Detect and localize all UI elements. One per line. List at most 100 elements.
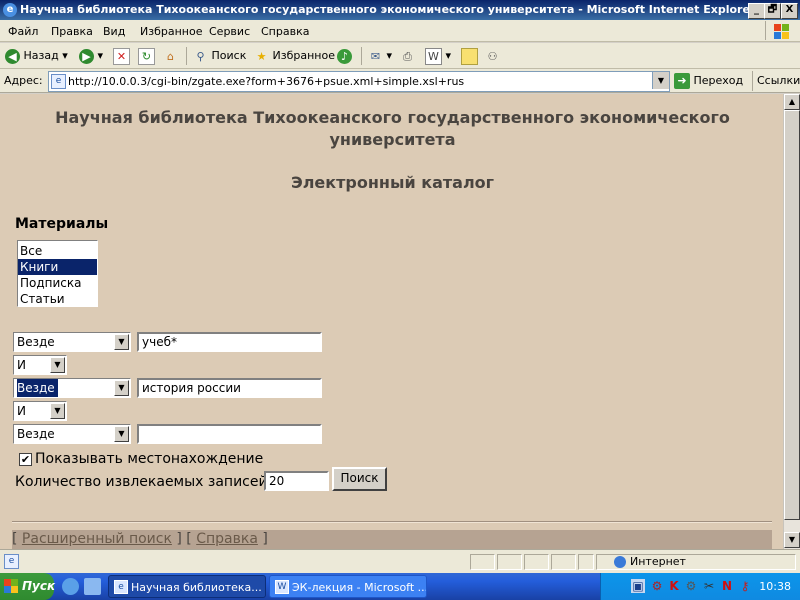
menu-help[interactable]: Справка — [261, 25, 309, 38]
menu-file[interactable]: Файл — [8, 25, 38, 38]
scroll-down-icon[interactable]: ▼ — [784, 532, 800, 548]
window-title: Научная библиотека Тихоокеанского госуда… — [20, 3, 756, 16]
menu-view[interactable]: Вид — [103, 25, 125, 38]
materials-option-all[interactable]: Все — [18, 243, 97, 259]
field-select-3[interactable]: Везде ▼ — [13, 424, 131, 444]
vertical-scrollbar[interactable]: ▲ ▼ — [783, 94, 800, 549]
menu-edit[interactable]: Правка — [51, 25, 93, 38]
settings-tray-icon[interactable]: ⚙ — [684, 579, 698, 593]
taskbar-item-browser[interactable]: e Научная библиотека... — [108, 575, 266, 598]
mail-icon: ✉ — [370, 49, 381, 63]
messenger-button[interactable]: ⚇ — [485, 47, 500, 65]
menu-tools[interactable]: Сервис — [209, 25, 250, 38]
search-term-input-3[interactable] — [137, 424, 322, 444]
word-task-icon: W — [275, 580, 289, 594]
star-icon: ★ — [256, 49, 267, 63]
clock: 10:38 — [759, 580, 791, 593]
stop-button[interactable]: ✕ — [113, 47, 130, 65]
materials-heading: Материалы — [15, 216, 109, 232]
print-button[interactable]: ⎙ — [400, 47, 415, 65]
kaspersky-tray-icon[interactable]: K — [667, 579, 681, 593]
discuss-icon — [461, 47, 478, 65]
materials-listbox[interactable]: Все Книги Подписка Статьи — [17, 240, 98, 307]
chevron-down-icon: ▼ — [50, 357, 65, 373]
mail-button[interactable]: ✉ ▾ — [368, 47, 392, 65]
windows-flag-icon — [4, 579, 18, 593]
page-status-icon: e — [4, 554, 19, 569]
edit-button[interactable]: W ▾ — [425, 47, 451, 65]
record-count-input[interactable]: 20 — [264, 471, 329, 491]
messenger-icon: ⚇ — [487, 49, 498, 63]
system-tray: ▣ ⚙ K ⚙ ✂ N ⚷ 10:38 — [600, 573, 800, 600]
scroll-up-icon[interactable]: ▲ — [784, 94, 800, 110]
chevron-down-icon: ▼ — [114, 380, 129, 396]
back-button[interactable]: ◀ Назад ▾ — [5, 47, 68, 65]
taskbar-item-word[interactable]: W ЭК-лекция - Microsoft ... — [269, 575, 427, 598]
field-select-1[interactable]: Везде ▼ — [13, 332, 131, 352]
address-dropdown-icon[interactable]: ▼ — [652, 72, 669, 89]
forward-arrow-icon: ▶ — [79, 48, 94, 64]
edit-icon: W — [425, 47, 442, 65]
forward-button[interactable]: ▶ ▾ — [79, 47, 103, 65]
advanced-search-link[interactable]: Расширенный поиск — [22, 531, 172, 547]
chevron-down-icon: ▼ — [114, 426, 129, 442]
show-location-checkbox[interactable]: ✔ — [19, 453, 32, 466]
field-select-2[interactable]: Везде ▼ — [13, 378, 131, 398]
show-location-label: Показывать местонахождение — [35, 451, 264, 467]
media-button[interactable]: ♪ — [337, 47, 352, 65]
menu-bar: Файл Правка Вид Избранное Сервис Справка — [0, 20, 800, 42]
refresh-button[interactable]: ↻ — [138, 47, 155, 65]
minimize-button[interactable]: _ — [748, 3, 765, 19]
window-title-bar[interactable]: e Научная библиотека Тихоокеанского госу… — [0, 0, 800, 20]
ie-quicklaunch-icon[interactable] — [62, 578, 79, 595]
security-zone: Интернет — [614, 555, 686, 568]
materials-option-books[interactable]: Книги — [18, 259, 97, 275]
internet-explorer-icon: e — [3, 3, 17, 17]
key-tray-icon[interactable]: ⚷ — [738, 579, 752, 593]
close-button[interactable]: X — [781, 3, 798, 19]
address-url: http://10.0.0.3/cgi-bin/zgate.exe?form+3… — [68, 75, 465, 88]
materials-option-subscription[interactable]: Подписка — [18, 275, 97, 291]
chevron-down-icon: ▼ — [114, 334, 129, 350]
status-bar: e Интернет — [0, 549, 800, 573]
stop-icon: ✕ — [113, 47, 130, 65]
shield-tray-icon[interactable]: ⚙ — [650, 579, 664, 593]
tools-tray-icon[interactable]: ✂ — [702, 579, 716, 593]
back-arrow-icon: ◀ — [5, 48, 20, 64]
address-input[interactable]: e http://10.0.0.3/cgi-bin/zgate.exe?form… — [48, 71, 670, 92]
restore-button[interactable]: 🗗 — [764, 3, 781, 19]
scroll-thumb[interactable] — [784, 110, 800, 520]
globe-icon — [614, 556, 626, 568]
page-subtitle: Электронный каталог — [290, 173, 495, 192]
operator-select-1[interactable]: И ▼ — [13, 355, 67, 375]
search-term-input-2[interactable]: история россии — [137, 378, 322, 398]
materials-option-articles[interactable]: Статьи — [18, 291, 97, 307]
taskbar: Пуск e Научная библиотека... W ЭК-лекция… — [0, 573, 800, 600]
home-icon: ⌂ — [167, 49, 174, 63]
page-title: Научная библиотека Тихоокеанского госуда… — [55, 108, 730, 149]
discuss-button[interactable] — [461, 47, 478, 65]
ie-task-icon: e — [114, 580, 128, 594]
start-button[interactable]: Пуск — [0, 573, 55, 600]
outlook-quicklaunch-icon[interactable] — [84, 578, 101, 595]
home-button[interactable]: ⌂ — [163, 47, 178, 65]
search-submit-button[interactable]: Поиск — [332, 467, 387, 491]
go-button[interactable]: ➜ Переход — [674, 72, 743, 90]
search-button[interactable]: ⚲ Поиск — [193, 47, 246, 65]
refresh-icon: ↻ — [138, 47, 155, 65]
links-button[interactable]: Ссылки — [752, 71, 800, 91]
favorites-button[interactable]: ★ Избранное — [254, 47, 335, 65]
help-link[interactable]: Справка — [196, 531, 258, 547]
footer-links-bar: [ Расширенный поиск ] [ Справка ] — [12, 530, 772, 549]
menu-favorites[interactable]: Избранное — [140, 25, 202, 38]
media-icon: ♪ — [337, 48, 352, 64]
print-icon: ⎙ — [403, 49, 412, 63]
operator-select-2[interactable]: И ▼ — [13, 401, 67, 421]
go-arrow-icon: ➜ — [674, 73, 690, 89]
n-tray-icon[interactable]: N — [720, 579, 734, 593]
search-icon: ⚲ — [196, 49, 205, 63]
search-term-input-1[interactable]: учеб* — [137, 332, 322, 352]
network-tray-icon[interactable]: ▣ — [631, 579, 645, 593]
divider — [12, 521, 772, 523]
address-label: Адрес: — [4, 74, 43, 87]
